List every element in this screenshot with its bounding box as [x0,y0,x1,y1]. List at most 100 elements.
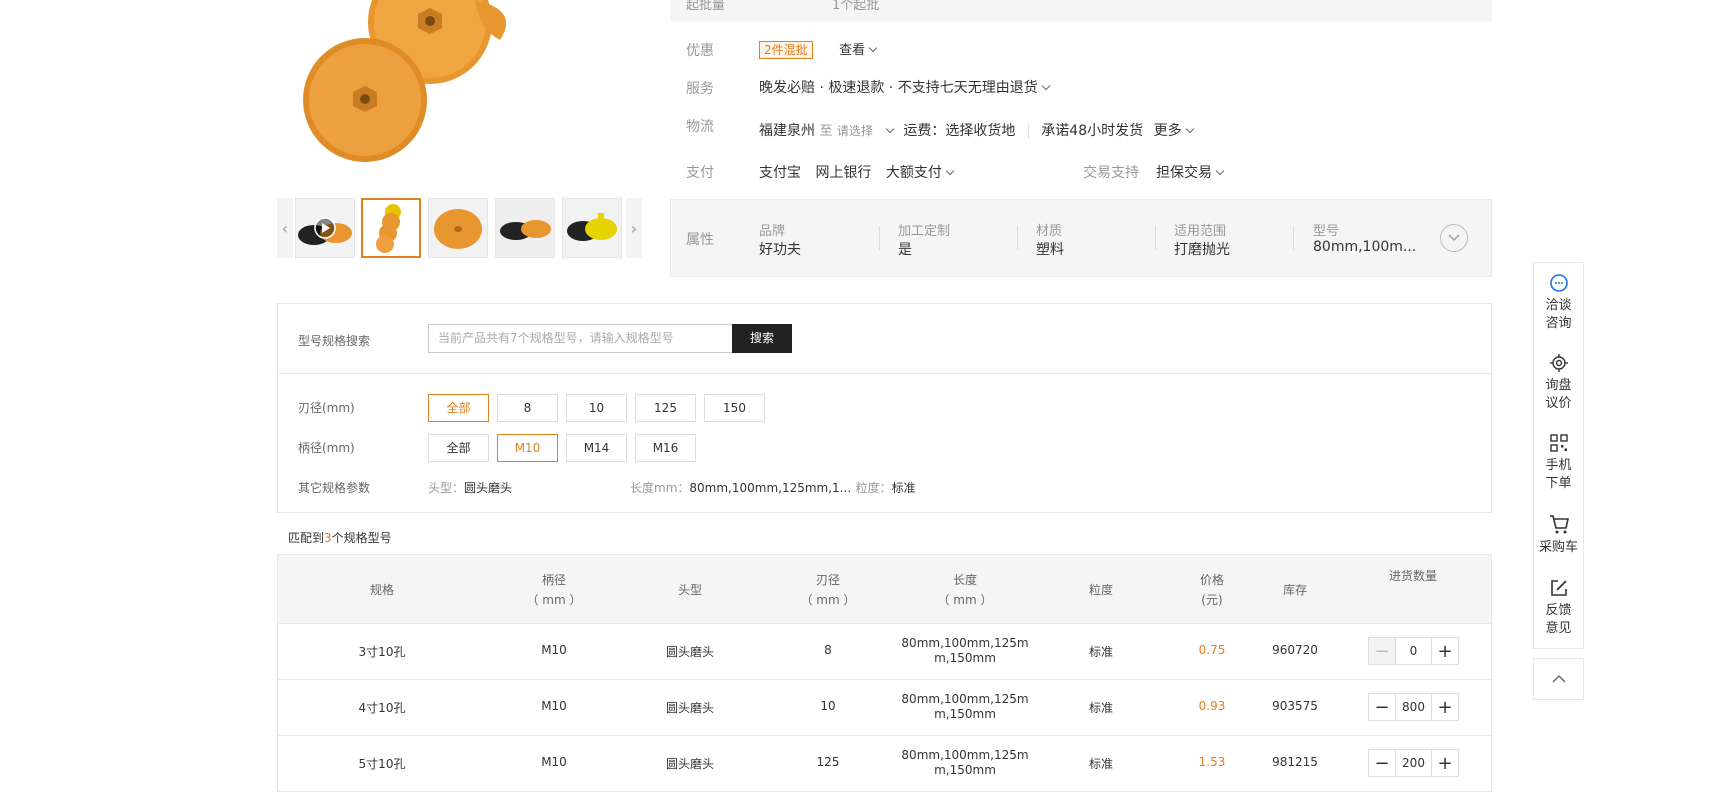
attr-custom: 加工定制 是 [898,220,950,259]
logistics-more-link[interactable]: 更多 [1154,123,1194,139]
blade-option-8[interactable]: 8 [497,394,558,422]
col-shank: 柄径（ mm ） [526,573,582,607]
quantity-stepper: − 800 + [1368,693,1459,721]
other-spec-key: 头型： [428,481,465,495]
blade-option-all[interactable]: 全部 [428,394,489,422]
promo-row: 2件混批 查看 [759,39,878,59]
sidebar-mobile[interactable]: 手机 下单 [1534,433,1583,493]
divider [277,373,1492,374]
match-number: 3 [324,531,332,545]
blade-option-150[interactable]: 150 [704,394,765,422]
floating-sidebar: 洽谈 咨询 询盘 议价 手机 下单 采购车 反馈 意见 [1533,262,1584,649]
attr-value: 80mm,100m... [1313,239,1417,255]
target-icon [1549,354,1568,372]
divider [277,735,1492,736]
thumbnail-3[interactable] [428,198,488,258]
shank-label: 柄径(mm) [298,441,355,455]
plus-icon[interactable]: + [1432,638,1458,664]
other-spec-key: 粒度： [855,481,892,495]
attr-value: 打磨抛光 [1174,242,1230,258]
plus-icon[interactable]: + [1432,750,1458,776]
sidebar-inquiry[interactable]: 询盘 议价 [1534,353,1583,413]
service-row[interactable]: 晚发必赔 · 极速退款 · 不支持七天无理由退货 [759,77,1050,97]
quantity-input[interactable]: 200 [1395,750,1432,776]
sidebar-consult[interactable]: 洽谈 咨询 [1534,273,1583,333]
cell-length: 80mm,100mm,125m m,150mm [901,748,1029,777]
attr-key: 加工定制 [898,224,951,239]
cell-head: 圆头磨头 [665,757,715,771]
minus-icon[interactable]: − [1369,694,1395,720]
shank-option-m16[interactable]: M16 [635,434,696,462]
attribute-label: 属性 [686,232,714,248]
logistics-promise: 承诺48小时发货 [1041,123,1144,139]
blade-option-10[interactable]: 10 [566,394,627,422]
thumb-prev-arrow-icon[interactable]: ‹ [277,198,293,258]
cell-spec: 3寸10孔 [358,645,406,659]
pay-large-link[interactable]: 大额支付 [886,165,955,181]
minus-icon[interactable]: − [1369,750,1395,776]
col-spec: 规格 [369,583,395,597]
other-spec-value: 圆头磨头 [464,481,513,495]
sidebar-feedback[interactable]: 反馈 意见 [1534,578,1583,638]
cell-spec: 5寸10孔 [358,757,406,771]
service-label: 服务 [686,81,714,97]
min-order-value: 1个起批 [832,0,880,13]
blade-option-125[interactable]: 125 [635,394,696,422]
match-count: 匹配到3个规格型号 [288,531,392,545]
trade-label: 交易支持 [1083,165,1139,181]
col-head: 头型 [677,583,703,597]
trade-link[interactable]: 担保交易 [1156,162,1225,182]
cell-price: 0.75 [1198,643,1226,657]
pay-bank: 网上银行 [815,165,872,181]
promo-view-link[interactable]: 查看 [839,43,878,58]
shank-option-m14[interactable]: M14 [566,434,627,462]
other-spec-label: 其它规格参数 [298,481,371,495]
other-spec-head: 头型：圆头磨头 [428,479,512,496]
attr-material: 材质 塑料 [1036,220,1064,259]
thumb-next-arrow-icon[interactable]: › [626,198,642,258]
quantity-input[interactable]: 800 [1395,694,1432,720]
logistics-fee: 运费：选择收货地 [903,123,1016,139]
promo-tag: 2件混批 [759,41,813,59]
spec-search-input[interactable]: 当前产品共有7个规格型号，请输入规格型号 [428,324,733,353]
thumbnail-4[interactable] [495,198,555,258]
product-main-image [270,0,670,165]
spec-table-header [278,555,1491,623]
sidebar-cart[interactable]: 采购车 [1534,513,1583,557]
promo-label: 优惠 [686,43,714,59]
thumbnail-strip: ‹ › [277,198,642,258]
cell-blade: 125 [816,755,840,769]
attr-key: 品牌 [759,224,786,239]
plus-icon[interactable]: + [1432,694,1458,720]
chevron-down-icon [1448,234,1460,241]
divider [1017,226,1018,250]
qr-code-icon [1549,434,1568,452]
shank-option-m10[interactable]: M10 [497,434,558,462]
chat-icon [1549,274,1568,292]
col-stock: 库存 [1282,583,1308,597]
minus-icon[interactable]: − [1369,638,1395,664]
chevron-down-icon [1041,81,1050,91]
blade-label: 刃径(mm) [298,401,355,415]
thumbnail-video[interactable] [295,198,355,258]
cart-icon [1549,515,1569,534]
logistics-select[interactable]: 请选择 [837,124,895,138]
other-spec-value: 标准 [891,481,916,495]
divider [277,623,1492,624]
expand-attributes-button[interactable] [1440,224,1468,252]
other-spec-value: 80mm,100mm,125mm,1... [689,481,852,495]
attr-key: 材质 [1036,224,1063,239]
attr-model: 型号 80mm,100m... [1313,220,1416,255]
logistics-label: 物流 [686,119,714,135]
col-price: 价格 (元) [1199,573,1225,607]
thumbnail-2[interactable] [361,198,421,258]
spec-search-label: 型号规格搜索 [298,334,371,348]
thumbnail-5[interactable] [562,198,622,258]
cell-length: 80mm,100mm,125m m,150mm [901,636,1029,665]
back-to-top-button[interactable] [1533,658,1584,700]
cell-stock: 903575 [1272,699,1318,713]
chevron-down-icon [1215,166,1225,176]
quantity-input[interactable]: 0 [1395,638,1432,664]
spec-search-button[interactable]: 搜索 [732,324,792,353]
shank-option-all[interactable]: 全部 [428,434,489,462]
